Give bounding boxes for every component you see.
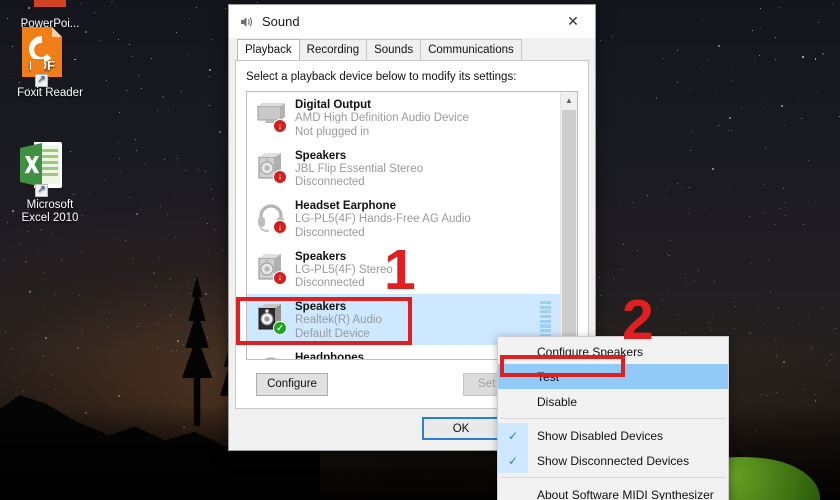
device-list-item[interactable]: ↓ Digital Output AMD High Definition Audio…	[247, 92, 560, 143]
ok-button[interactable]: OK	[422, 417, 500, 440]
device-name: Speakers	[295, 301, 347, 313]
tab-playback[interactable]: Playback	[237, 39, 300, 60]
desktop-icon-label: Foxit Reader	[17, 86, 83, 99]
device-status: Disconnected	[295, 277, 365, 289]
device-text-block: Speakers JBL Flip Essential Stereo Disconn…	[295, 148, 423, 190]
context-menu: Configure Speakers Test Disable Show Disabl…	[497, 336, 729, 500]
device-driver: JBL Flip Essential Stereo	[295, 162, 424, 175]
desktop-icon-excel[interactable]: ↗ Microsoft Excel 2010	[2, 140, 98, 225]
vu-segment	[540, 319, 551, 323]
device-driver: Realtek(R) Audio	[295, 314, 382, 326]
annotation-step-2: 2	[622, 288, 654, 352]
device-list-item[interactable]: ↓ Headset Earphone LG-PL5(4F) Hands-Free A…	[247, 193, 560, 244]
scrollbar-thumb[interactable]	[562, 110, 576, 359]
dialog-titlebar: Sound ✕	[229, 5, 595, 38]
device-status: Default Device	[295, 327, 370, 340]
desktop-icon-label: Excel 2010	[21, 211, 79, 224]
green-check-badge: ✓	[273, 321, 287, 335]
down-arrow-badge: ↓	[273, 119, 287, 133]
device-text-block: Headset Earphone LG-PL5(4F) Hands-Free AG…	[295, 198, 471, 240]
tab-communications[interactable]: Communications	[420, 39, 522, 60]
device-status: Disconnected	[295, 226, 365, 239]
vu-segment	[540, 329, 551, 333]
device-status: Disconnected	[295, 176, 365, 188]
screen: PowerPoi... PDF ↗ Foxit Reader	[0, 0, 840, 500]
tab-recording[interactable]: Recording	[298, 39, 368, 60]
device-text-block: Digital Output AMD High Definition Audio …	[295, 97, 469, 139]
device-driver: AMD High Definition Audio Device	[295, 112, 469, 124]
headphones-icon: ↓	[254, 352, 288, 359]
device-name: Headphones	[295, 351, 365, 360]
excel-icon: ↗	[2, 140, 98, 197]
configure-button[interactable]: Configure	[256, 373, 328, 396]
speaker-icon	[238, 14, 254, 30]
monitor-icon: ↓	[254, 99, 288, 133]
context-menu-item[interactable]: Test	[498, 364, 728, 389]
checkmark-icon: ✓	[498, 423, 528, 448]
playback-device-list[interactable]: ↓ Digital Output AMD High Definition Audio…	[246, 91, 578, 360]
shortcut-arrow-icon: ↗	[35, 73, 49, 87]
menu-separator	[500, 418, 726, 419]
desktop-icon-foxit-reader[interactable]: PDF ↗ Foxit Reader	[2, 26, 98, 100]
down-arrow-badge: ↓	[273, 220, 287, 234]
context-menu-item[interactable]: Disable	[498, 389, 728, 414]
device-name: Speakers	[295, 149, 347, 162]
speaker-box-icon: ↓	[254, 251, 288, 285]
device-text-block: Speakers Realtek(R) Audio Default Device	[295, 299, 382, 341]
device-list-viewport: ↓ Digital Output AMD High Definition Audio…	[247, 92, 560, 359]
device-name: Digital Output	[295, 99, 372, 111]
device-driver: LG-PL5(4F) Stereo	[295, 263, 393, 276]
down-arrow-badge: ↓	[273, 270, 287, 285]
desktop-icon-label: Microsoft	[26, 198, 74, 211]
menu-separator	[500, 477, 726, 478]
dialog-title: Sound	[262, 14, 300, 29]
device-status: Not plugged in	[295, 125, 370, 138]
vu-segment	[540, 305, 551, 309]
close-icon[interactable]: ✕	[551, 5, 595, 38]
vu-segment	[540, 324, 551, 328]
device-list-item[interactable]: ↓ Speakers JBL Flip Essential Stereo Discon…	[247, 143, 560, 194]
device-name: Speakers	[295, 250, 347, 263]
vu-segment	[540, 310, 551, 314]
pdf-icon: PDF ↗	[2, 26, 98, 87]
device-list-scrollbar[interactable]: ▲	[560, 92, 577, 359]
powerpoint-icon	[2, 0, 98, 14]
vu-segment	[540, 315, 551, 319]
shortcut-arrow-icon: ↗	[35, 183, 49, 197]
device-name: Headset Earphone	[295, 200, 396, 212]
scroll-up-icon[interactable]: ▲	[561, 92, 577, 109]
checkmark-icon: ✓	[498, 448, 528, 473]
annotation-step-1: 1	[384, 238, 416, 302]
tab-sounds[interactable]: Sounds	[366, 39, 422, 60]
context-menu-item[interactable]: Show Disconnected Devices ✓	[498, 448, 728, 473]
tab-strip: Playback Recording Sounds Communications	[229, 38, 595, 60]
speaker-box-icon: ✓	[254, 301, 288, 335]
device-text-block: Speakers LG-PL5(4F) Stereo Disconnected	[295, 249, 393, 291]
context-menu-item[interactable]: Configure Speakers	[498, 339, 728, 364]
speaker-box-icon: ↓	[254, 150, 288, 184]
panel-hint: Select a playback device below to modify…	[246, 71, 517, 83]
vu-segment	[540, 300, 551, 305]
device-text-block: HeadphonesRealtek(R) AudioNot plugged in	[295, 350, 382, 360]
context-menu-item[interactable]: Show Disabled Devices ✓	[498, 423, 728, 448]
context-menu-item[interactable]: About Software MIDI Synthesizer	[498, 482, 728, 500]
volume-level-meter	[540, 300, 551, 337]
headset-icon: ↓	[254, 200, 288, 234]
down-arrow-badge: ↓	[273, 169, 287, 184]
device-driver: LG-PL5(4F) Hands-Free AG Audio	[295, 213, 471, 225]
